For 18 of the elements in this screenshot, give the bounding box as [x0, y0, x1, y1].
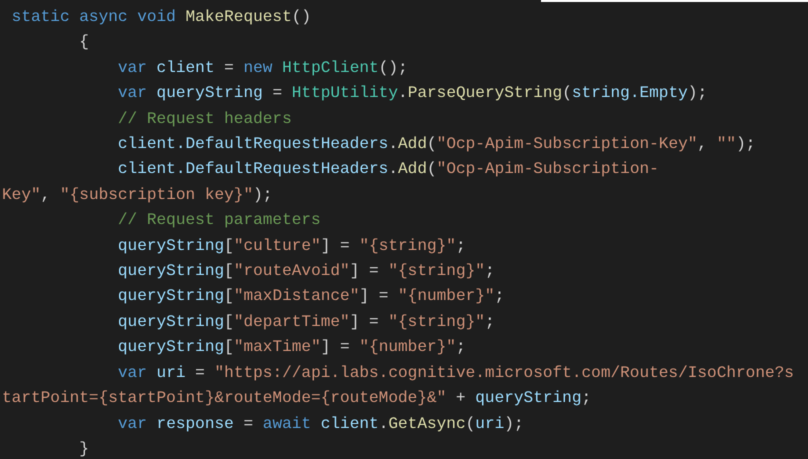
code-line: tartPoint={startPoint}&routeMode={routeMode}&" + queryString; [2, 388, 592, 410]
code-line: var uri = "https://api.labs.cognitive.microsoft.com/Routes/IsoChrone?s [116, 362, 794, 384]
code-line: queryString["routeAvoid"] = "{string}"; [116, 261, 495, 282]
code-line: queryString["culture"] = "{string}"; [116, 236, 466, 257]
code-line: queryString["maxDistance"] = "{number}"; [116, 286, 504, 308]
code-line: client.DefaultRequestHeaders.Add("Ocp-Apim-Subscription- [116, 159, 659, 180]
code-line: { [78, 32, 89, 54]
code-line: queryString["maxTime"] = "{number}"; [116, 337, 466, 358]
code-line: client.DefaultRequestHeaders.Add("Ocp-Apim-Subscription-Key", ""); [116, 134, 756, 156]
code-line: queryString["departTime"] = "{string}"; [116, 312, 495, 333]
code-line: var response = await client.GetAsync(uri); [116, 414, 524, 434]
code-line: var client = new HttpClient(); [116, 58, 408, 79]
code-line: var queryString = HttpUtility.ParseQueryString(string.Empty); [116, 83, 708, 104]
code-line: Key", "{subscription key}"); [2, 184, 272, 206]
code-line: } [78, 438, 89, 459]
code-line: // Request parameters [116, 210, 321, 232]
code-line: // Request headers [116, 108, 292, 130]
code-line: static async void MakeRequest() [10, 7, 312, 28]
